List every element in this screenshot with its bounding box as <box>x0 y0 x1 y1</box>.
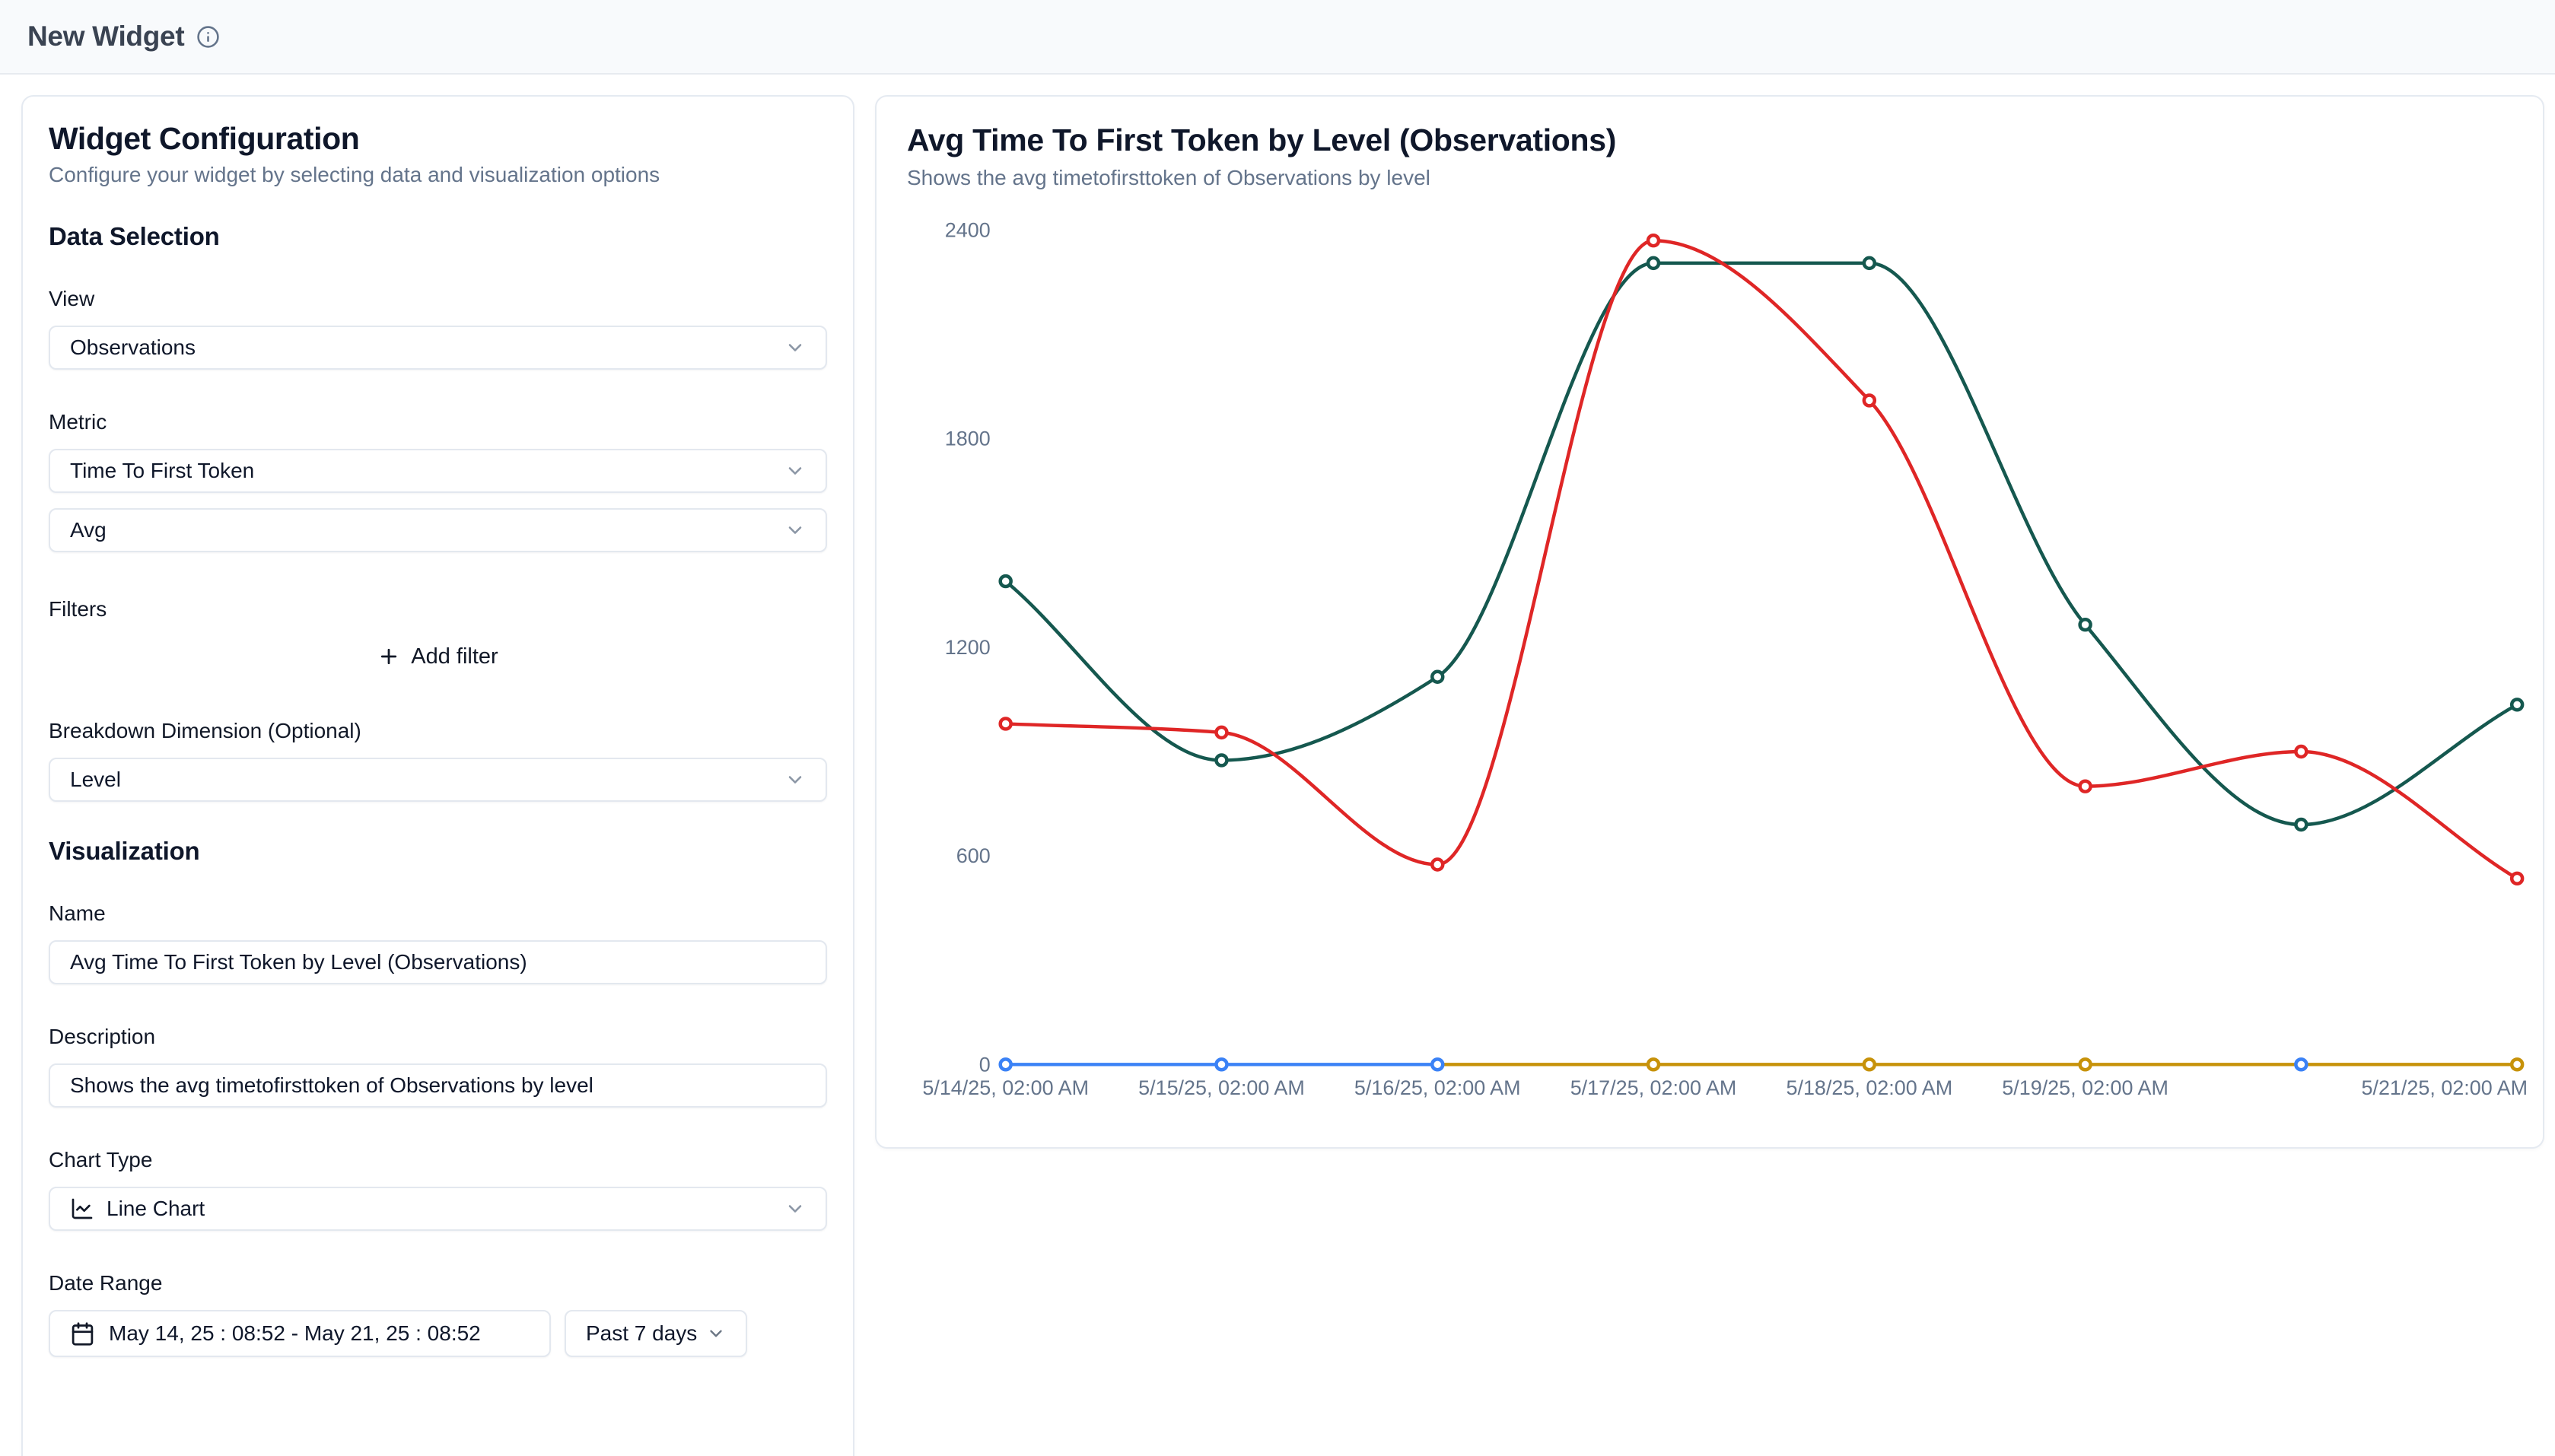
series-teal-point <box>2512 699 2522 710</box>
series-teal-line <box>1006 263 2517 825</box>
series-orange-point <box>2512 1059 2522 1070</box>
x-axis-tick-label: 5/21/25, 02:00 AM <box>2361 1076 2528 1099</box>
y-axis-tick-label: 1200 <box>945 636 991 659</box>
aggregation-select[interactable]: Avg <box>49 508 827 552</box>
chart-type-label: Chart Type <box>49 1147 827 1173</box>
breakdown-label: Breakdown Dimension (Optional) <box>49 718 827 744</box>
series-teal-point <box>1648 258 1659 269</box>
calendar-icon <box>70 1321 95 1346</box>
series-red-point <box>2080 781 2091 792</box>
series-red-point <box>1216 727 1227 738</box>
date-preset-value: Past 7 days <box>586 1321 697 1346</box>
content-area: Widget Configuration Configure your widg… <box>0 75 2555 1456</box>
page-header: New Widget <box>0 0 2555 75</box>
breakdown-select[interactable]: Level <box>49 758 827 802</box>
x-axis-tick-label: 5/18/25, 02:00 AM <box>1786 1076 1952 1099</box>
y-axis-tick-label: 2400 <box>945 218 991 241</box>
chevron-down-icon <box>784 1198 806 1219</box>
chart-title: Avg Time To First Token by Level (Observ… <box>907 122 2512 158</box>
date-range-label: Date Range <box>49 1270 827 1296</box>
chart-type-select[interactable]: Line Chart <box>49 1187 827 1231</box>
series-red-point <box>1001 718 1011 729</box>
info-circle-icon[interactable] <box>196 25 220 49</box>
metric-select-value: Time To First Token <box>70 459 254 483</box>
chart-preview-card: Avg Time To First Token by Level (Observ… <box>875 95 2544 1149</box>
series-teal-point <box>1864 258 1875 269</box>
chevron-down-icon <box>784 520 806 541</box>
series-orange-point <box>1648 1059 1659 1070</box>
view-select-value: Observations <box>70 335 196 360</box>
series-red-point <box>2296 746 2306 757</box>
series-red-point <box>2512 873 2522 884</box>
date-range-row: May 14, 25 : 08:52 - May 21, 25 : 08:52 … <box>49 1310 827 1357</box>
description-label: Description <box>49 1024 827 1050</box>
breakdown-select-value: Level <box>70 768 121 792</box>
date-range-picker-button[interactable]: May 14, 25 : 08:52 - May 21, 25 : 08:52 <box>49 1310 551 1357</box>
add-filter-button[interactable]: Add filter <box>49 634 827 679</box>
x-axis-tick-label: 5/16/25, 02:00 AM <box>1354 1076 1521 1099</box>
series-red-line <box>1006 240 2517 879</box>
series-orange-point <box>1864 1059 1875 1070</box>
series-teal-point <box>2080 619 2091 630</box>
series-red-point <box>1648 235 1659 246</box>
aggregation-select-value: Avg <box>70 518 107 542</box>
name-label: Name <box>49 901 827 927</box>
chart-subtitle: Shows the avg timetofirsttoken of Observ… <box>907 166 2512 190</box>
x-axis-tick-label: 5/15/25, 02:00 AM <box>1138 1076 1305 1099</box>
data-selection-heading: Data Selection <box>49 222 827 251</box>
chevron-down-icon <box>784 460 806 482</box>
visualization-heading: Visualization <box>49 837 827 866</box>
series-blue-point <box>2296 1059 2306 1070</box>
series-blue-point <box>1432 1059 1443 1070</box>
series-orange-point <box>2080 1059 2091 1070</box>
series-teal-point <box>1432 672 1443 682</box>
line-chart-icon <box>70 1197 94 1221</box>
plus-icon <box>377 645 400 668</box>
series-blue-point <box>1001 1059 1011 1070</box>
date-preset-button[interactable]: Past 7 days <box>565 1310 747 1357</box>
metric-select[interactable]: Time To First Token <box>49 449 827 493</box>
series-teal-point <box>2296 819 2306 830</box>
date-range-value: May 14, 25 : 08:52 - May 21, 25 : 08:52 <box>109 1321 481 1346</box>
line-chart[interactable]: 2400 1800 1200 600 05/14/25, 02:00 AM 5/15/25… <box>877 97 2543 1147</box>
metric-label: Metric <box>49 409 827 435</box>
filters-row: Add filter <box>49 634 827 679</box>
config-panel-subtitle: Configure your widget by selecting data … <box>49 163 827 187</box>
view-label: View <box>49 286 827 312</box>
filters-label: Filters <box>49 596 827 622</box>
config-panel-title: Widget Configuration <box>49 121 827 157</box>
view-select[interactable]: Observations <box>49 326 827 370</box>
chart-type-select-value: Line Chart <box>107 1197 205 1221</box>
widget-description-input[interactable] <box>49 1063 827 1108</box>
page-title: New Widget <box>27 21 184 52</box>
x-axis-tick-label: 5/19/25, 02:00 AM <box>2002 1076 2168 1099</box>
chevron-down-icon <box>784 769 806 790</box>
widget-configuration-panel: Widget Configuration Configure your widg… <box>21 95 854 1456</box>
y-axis-tick-label: 0 <box>979 1053 991 1076</box>
series-red-point <box>1432 860 1443 870</box>
series-blue-point <box>1216 1059 1227 1070</box>
x-axis-tick-label: 5/17/25, 02:00 AM <box>1570 1076 1737 1099</box>
series-red-point <box>1864 395 1875 405</box>
y-axis-tick-label: 600 <box>956 844 991 867</box>
widget-name-input[interactable] <box>49 940 827 984</box>
series-teal-point <box>1001 576 1011 587</box>
add-filter-label: Add filter <box>411 644 498 669</box>
chevron-down-icon <box>706 1324 726 1343</box>
y-axis-tick-label: 1800 <box>945 428 991 450</box>
chart-header: Avg Time To First Token by Level (Observ… <box>907 122 2512 190</box>
series-teal-point <box>1216 755 1227 765</box>
x-axis-tick-label: 5/14/25, 02:00 AM <box>922 1076 1089 1099</box>
chevron-down-icon <box>784 337 806 358</box>
